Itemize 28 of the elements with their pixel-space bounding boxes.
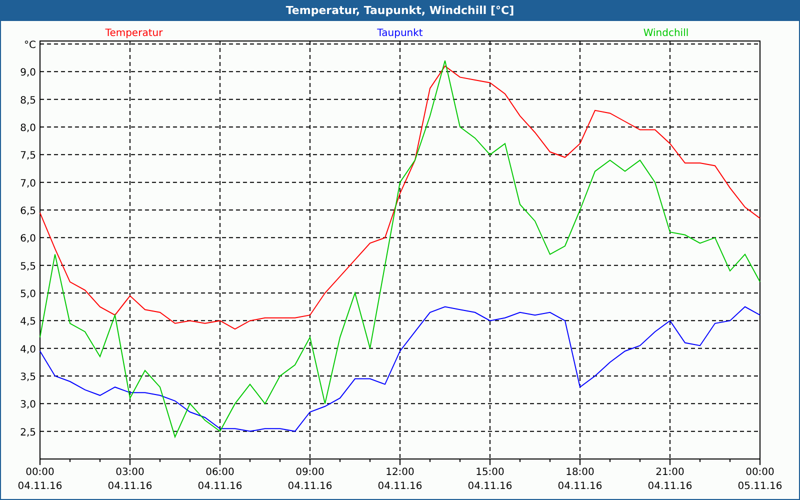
axis-label: 09:00 04.11.16 bbox=[288, 467, 332, 492]
axis-label: 00:00 05.11.16 bbox=[738, 467, 782, 492]
legend-label: Temperatur bbox=[105, 28, 163, 39]
axis-label: 3,5 bbox=[20, 372, 36, 383]
axis-label: 7,5 bbox=[20, 150, 36, 162]
legend-label: Taupunkt bbox=[377, 28, 423, 39]
axis-label: 06:00 04.11.16 bbox=[198, 467, 242, 492]
axis-label: 8,0 bbox=[20, 123, 36, 134]
axis-label: 15:00 04.11.16 bbox=[468, 467, 512, 492]
axis-label: 2,5 bbox=[20, 427, 36, 438]
axis-label: 6,0 bbox=[20, 234, 36, 245]
axis-label: 9,0 bbox=[20, 68, 36, 79]
window-title: Temperatur, Taupunkt, Windchill [°C] bbox=[1, 0, 799, 21]
legend-label: Windchill bbox=[643, 28, 689, 39]
axis-unit: °C bbox=[24, 40, 36, 51]
axis-label: 7,0 bbox=[20, 178, 36, 190]
axis-label: 6,5 bbox=[20, 206, 36, 217]
axis-label: 00:00 04.11.16 bbox=[18, 467, 62, 492]
axis-label: 03:00 04.11.16 bbox=[108, 467, 152, 492]
axis-label: 18:00 04.11.16 bbox=[558, 467, 602, 492]
axis-label: 8,5 bbox=[20, 95, 36, 106]
axis-label: 21:00 04.11.16 bbox=[648, 467, 692, 492]
axis-label: 4,5 bbox=[20, 316, 36, 328]
axis-label: 5,0 bbox=[20, 289, 36, 300]
axis-label: 4,0 bbox=[20, 344, 36, 356]
axis-label: 5,5 bbox=[20, 261, 36, 272]
axis-label: 3,0 bbox=[20, 400, 36, 411]
axis-label: 12:00 04.11.16 bbox=[378, 467, 422, 492]
